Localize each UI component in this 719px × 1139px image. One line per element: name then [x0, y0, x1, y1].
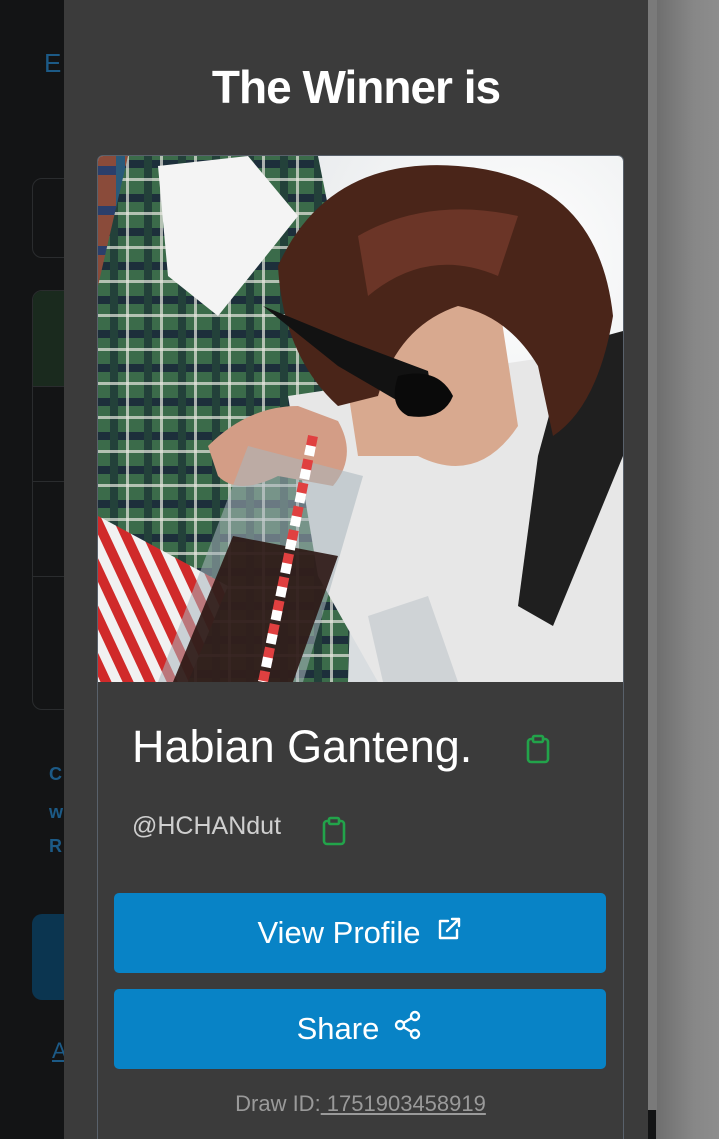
share-icon: [393, 1010, 423, 1048]
winner-name: Habian Ganteng.: [132, 721, 473, 772]
clipboard-icon[interactable]: [321, 816, 347, 851]
winner-handle: @HCHANdut: [132, 812, 282, 840]
background-text: C: [49, 764, 62, 784]
modal-title: The Winner is: [211, 61, 501, 113]
backdrop-overlay: [656, 0, 719, 1139]
share-button[interactable]: Share: [114, 989, 606, 1069]
background-text: R: [49, 836, 62, 856]
scrollbar[interactable]: [648, 0, 657, 1110]
clipboard-icon[interactable]: [525, 734, 551, 769]
background-heading: E: [44, 48, 62, 78]
draw-id-label: Draw ID:: [235, 1091, 321, 1116]
view-profile-label: View Profile: [257, 915, 421, 950]
share-label: Share: [296, 1011, 380, 1046]
view-profile-button[interactable]: View Profile: [114, 893, 606, 973]
background-text: w: [49, 802, 64, 822]
external-link-icon: [435, 915, 463, 951]
draw-id: Draw ID: 1751903458919: [98, 1091, 623, 1117]
winner-photo: [98, 156, 623, 682]
draw-id-link[interactable]: 1751903458919: [321, 1091, 486, 1116]
winner-modal: The Winner is Habian Ganteng. @HCHANdut …: [64, 0, 648, 1139]
winner-card: Habian Ganteng. @HCHANdut View Profile S…: [97, 155, 624, 1139]
